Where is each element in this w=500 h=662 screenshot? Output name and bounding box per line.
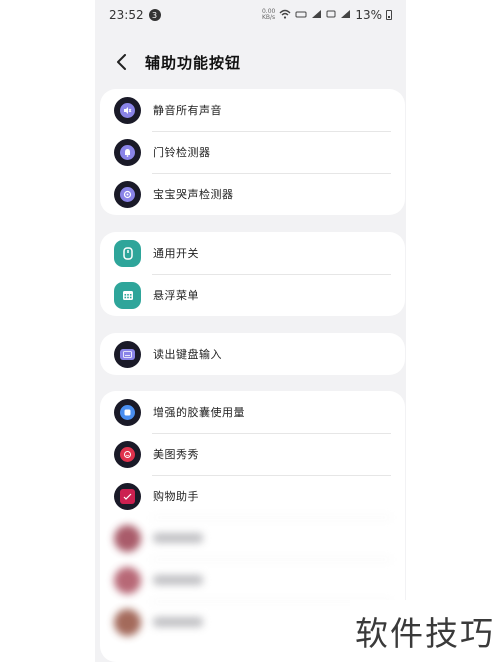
page-title: 辅助功能按钮 bbox=[145, 53, 242, 72]
signal-icon-2 bbox=[340, 9, 351, 22]
signal-icon-1 bbox=[311, 9, 322, 22]
keyboard-icon bbox=[114, 340, 141, 368]
list-item-mute-all[interactable]: 静音所有声音 bbox=[100, 89, 405, 131]
blurred-label bbox=[153, 617, 203, 627]
list-item-label: 读出键盘输入 bbox=[153, 348, 222, 361]
mute-icon bbox=[114, 96, 141, 124]
blurred-app-icon bbox=[114, 524, 141, 552]
list-item-universal-switch[interactable]: 通用开关 bbox=[100, 232, 405, 274]
bell-icon bbox=[114, 138, 141, 166]
list-item-read-keyboard-input[interactable]: 读出键盘输入 bbox=[100, 333, 405, 375]
list-item-blurred[interactable] bbox=[100, 517, 405, 559]
baby-icon bbox=[114, 180, 141, 208]
settings-group-2: 通用开关 悬浮菜单 bbox=[100, 232, 405, 316]
list-item-label: 增强的胶囊使用量 bbox=[153, 406, 245, 419]
list-item-label: 静音所有声音 bbox=[153, 104, 222, 117]
status-bar: 23:52 3 0.00 KB/s 13% bbox=[95, 0, 406, 30]
back-button[interactable] bbox=[107, 47, 137, 77]
list-item-label: 宝宝哭声检测器 bbox=[153, 188, 234, 201]
list-item-shopping-assistant[interactable]: 购物助手 bbox=[100, 475, 405, 517]
list-item-meitu[interactable]: 美图秀秀 bbox=[100, 433, 405, 475]
grid-menu-icon bbox=[114, 281, 141, 309]
list-item-baby-cry-detector[interactable]: 宝宝哭声检测器 bbox=[100, 173, 405, 215]
capsule-icon bbox=[114, 398, 141, 426]
shopping-icon bbox=[114, 482, 141, 510]
wifi-icon bbox=[279, 9, 291, 22]
list-item-blurred[interactable] bbox=[100, 559, 405, 601]
list-item-enhanced-capsule[interactable]: 增强的胶囊使用量 bbox=[100, 391, 405, 433]
net-speed: 0.00 KB/s bbox=[261, 8, 276, 21]
status-time: 23:52 bbox=[109, 8, 144, 22]
blurred-label bbox=[153, 575, 203, 585]
settings-group-1: 静音所有声音 门铃检测器 宝宝哭声检测器 bbox=[100, 89, 405, 215]
list-item-floating-menu[interactable]: 悬浮菜单 bbox=[100, 274, 405, 316]
blurred-app-icon bbox=[114, 566, 141, 594]
settings-group-3: 读出键盘输入 bbox=[100, 333, 405, 375]
blurred-label bbox=[153, 533, 203, 543]
list-item-label: 门铃检测器 bbox=[153, 146, 211, 159]
title-bar: 辅助功能按钮 bbox=[95, 44, 406, 80]
meitu-icon bbox=[114, 440, 141, 468]
chevron-left-icon bbox=[117, 54, 126, 70]
volte-icon bbox=[295, 9, 307, 22]
list-item-label: 美图秀秀 bbox=[153, 448, 199, 461]
notification-badge: 3 bbox=[148, 9, 161, 21]
status-right: 0.00 KB/s 13% bbox=[262, 8, 392, 22]
list-item-label: 悬浮菜单 bbox=[153, 289, 199, 302]
hd-icon bbox=[326, 9, 336, 22]
switch-icon bbox=[114, 239, 141, 267]
phone-screen: 23:52 3 0.00 KB/s 13% 辅助功能按钮 静音所有声音 门铃检测… bbox=[95, 0, 406, 662]
blurred-app-icon bbox=[114, 608, 141, 636]
list-item-label: 购物助手 bbox=[153, 490, 199, 503]
battery-percent: 13% bbox=[355, 8, 382, 22]
list-item-label: 通用开关 bbox=[153, 247, 199, 260]
status-left: 23:52 3 bbox=[109, 8, 161, 22]
battery-icon bbox=[386, 10, 392, 20]
list-item-doorbell-detector[interactable]: 门铃检测器 bbox=[100, 131, 405, 173]
watermark-text: 软件技巧 bbox=[350, 600, 500, 662]
